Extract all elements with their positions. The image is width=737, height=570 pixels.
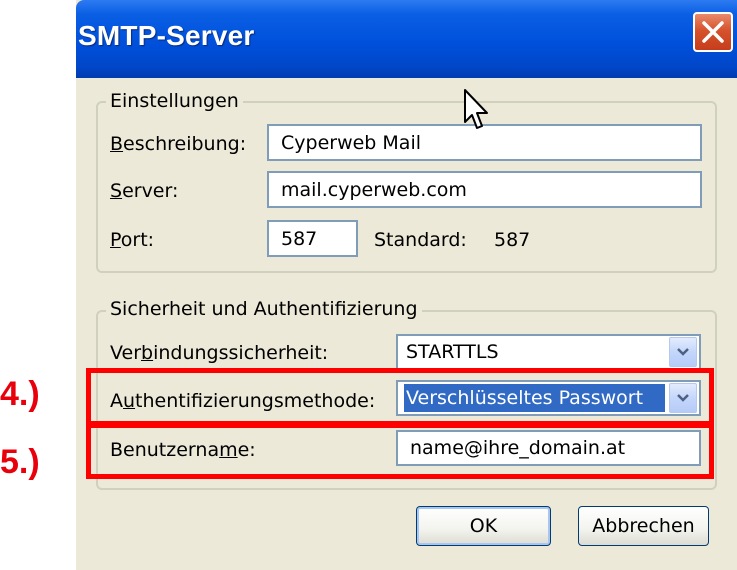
security-legend: Sicherheit und Authentifizierung [106,298,422,320]
chevron-down-icon [677,348,689,356]
connection-security-value: STARTTLS [406,341,499,363]
window-title: SMTP-Server [78,20,255,51]
step5-highlight-box [86,423,714,479]
description-label: Beschreibung: [110,133,247,155]
connection-dropdown-button[interactable] [669,337,697,367]
connection-security-select[interactable]: STARTTLS [396,334,701,370]
ok-button[interactable]: OK [416,506,551,546]
port-default-value: 587 [494,229,531,251]
close-icon [702,21,724,43]
cancel-button[interactable]: Abbrechen [578,506,709,546]
smtp-server-dialog: SMTP-Server Einstellungen Beschreibung: … [76,0,737,570]
settings-legend: Einstellungen [106,90,243,112]
port-label: Port: [110,229,155,251]
step4-label: 4.) [0,375,40,413]
step4-highlight-box [86,368,714,426]
server-field[interactable]: mail.cyperweb.com [267,171,702,208]
step5-label: 5.) [0,443,40,481]
server-label: Server: [110,180,179,202]
port-default-label: Standard: [374,229,467,251]
connection-security-label: Verbindungssicherheit: [110,342,329,364]
mouse-pointer-icon [464,89,488,129]
port-field[interactable]: 587 [267,220,358,257]
title-bar[interactable]: SMTP-Server [76,0,737,78]
close-button[interactable] [693,12,733,52]
